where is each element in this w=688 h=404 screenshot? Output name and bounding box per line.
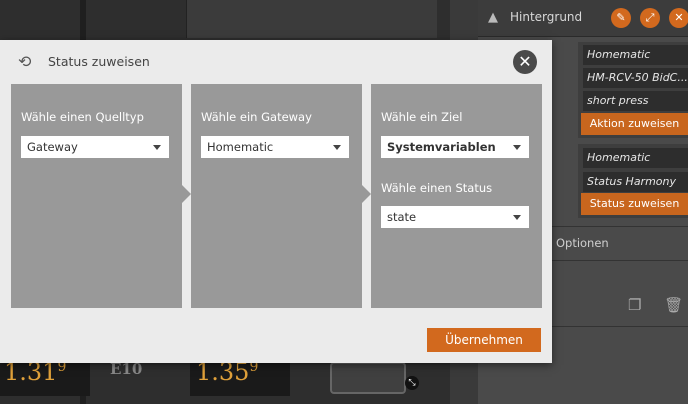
- chevron-down-icon: [513, 215, 521, 220]
- assign-action-button[interactable]: Aktion zuweisen: [581, 113, 688, 135]
- target-label: Wähle ein Ziel: [381, 110, 463, 124]
- status-target-field[interactable]: Status Harmony: [583, 172, 688, 192]
- trash-icon[interactable]: 🗑: [664, 296, 683, 314]
- apply-button[interactable]: Übernehmen: [427, 328, 541, 352]
- resize-icon[interactable]: ⤡: [405, 376, 419, 390]
- chevron-down-icon: [513, 145, 521, 150]
- source-type-value: Gateway: [27, 140, 78, 154]
- status-label: Wähle einen Status: [381, 181, 493, 195]
- source-type-select[interactable]: Gateway: [21, 136, 169, 158]
- gateway-value: Homematic: [207, 140, 274, 154]
- target-select[interactable]: Systemvariablen: [381, 136, 529, 158]
- status-value: state: [387, 210, 417, 224]
- step-arrow: [362, 185, 371, 203]
- target-column: Wähle ein Ziel Systemvariablen Wähle ein…: [371, 84, 542, 308]
- right-panel-header: ▲ Hintergrund ✎ ⤢ ✕: [478, 0, 688, 37]
- assign-status-dialog: ⟲ Status zuweisen ✕ Wähle einen Quelltyp…: [0, 40, 552, 363]
- expand-icon[interactable]: ⤢: [640, 8, 660, 28]
- step-arrow: [182, 185, 191, 203]
- close-icon[interactable]: ✕: [669, 8, 688, 28]
- close-icon[interactable]: ✕: [513, 50, 537, 74]
- assign-status-button[interactable]: Status zuweisen: [581, 193, 688, 215]
- edit-icon[interactable]: ✎: [611, 8, 631, 28]
- chevron-down-icon: [153, 145, 161, 150]
- action-device-field[interactable]: HM-RCV-50 BidC...: [583, 68, 688, 88]
- dialog-title: Status zuweisen: [48, 54, 150, 69]
- copy-icon[interactable]: ❐: [628, 296, 641, 314]
- refresh-icon: ⟲: [18, 52, 32, 71]
- panel-actions: ❐ 🗑: [628, 296, 683, 314]
- chevron-down-icon: [333, 145, 341, 150]
- target-value: Systemvariablen: [387, 140, 496, 154]
- action-gateway-field[interactable]: Homematic: [583, 45, 688, 65]
- status-select[interactable]: state: [381, 206, 529, 228]
- gateway-column: Wähle ein Gateway Homematic: [191, 84, 362, 308]
- source-type-label: Wähle einen Quelltyp: [21, 110, 144, 124]
- gateway-label: Wähle ein Gateway: [201, 110, 312, 124]
- right-panel-title: Hintergrund: [510, 10, 583, 24]
- widget-frame[interactable]: [330, 362, 406, 394]
- landscape-icon: ▲: [488, 10, 498, 25]
- status-gateway-field[interactable]: Homematic: [583, 148, 688, 168]
- background-panel: [186, 0, 437, 38]
- source-type-column: Wähle einen Quelltyp Gateway: [11, 84, 182, 308]
- action-event-field[interactable]: short press: [583, 91, 688, 111]
- gateway-select[interactable]: Homematic: [201, 136, 349, 158]
